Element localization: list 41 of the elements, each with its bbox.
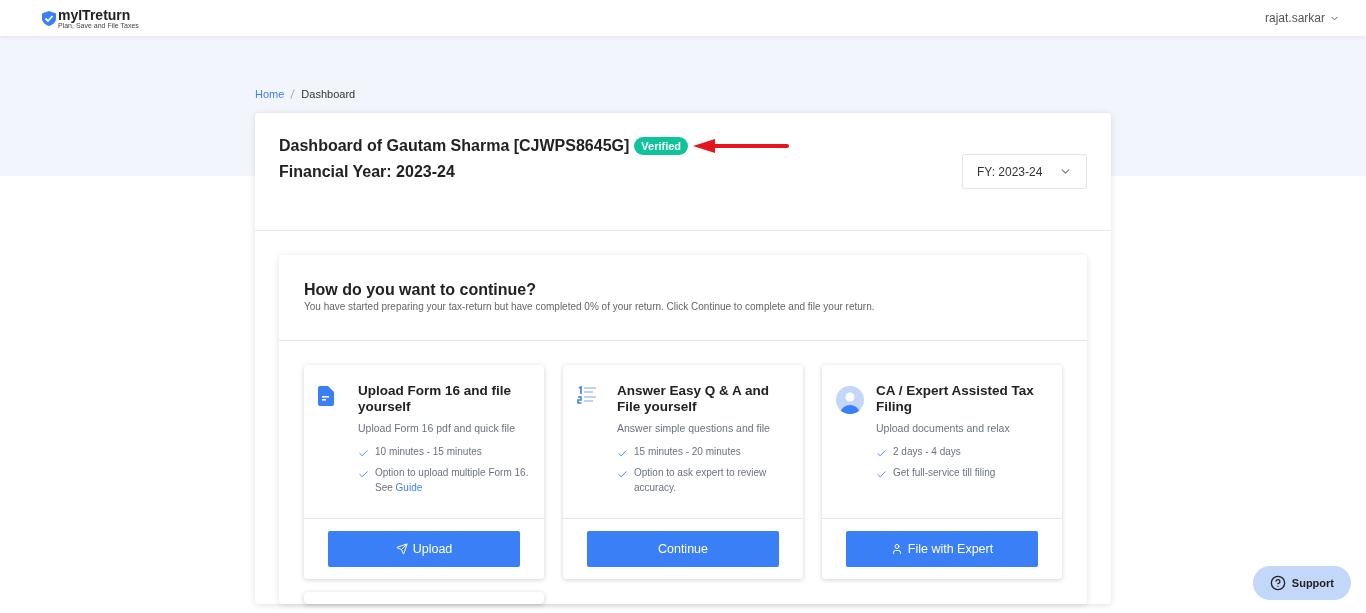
breadcrumb-link[interactable]: Dashboard [301, 87, 356, 100]
avatar-icon [836, 386, 864, 414]
option-title: Answer Easy Q & A and File yourself [617, 383, 771, 415]
check-icon [617, 448, 628, 459]
breadcrumb-link[interactable]: Home [255, 87, 285, 100]
support-button[interactable]: Support [1252, 566, 1351, 600]
check-icon [876, 469, 887, 480]
verified-badge: Verified [634, 137, 689, 155]
option-button[interactable]: File with Expert [846, 531, 1038, 567]
option-title: Upload Form 16 and file yourself [358, 383, 513, 415]
option-button[interactable]: Continue [587, 531, 779, 567]
feature-text: 2 days - 4 days [893, 445, 961, 459]
shield-check-icon [42, 10, 56, 26]
document-icon [318, 386, 334, 406]
option-description: Upload Form 16 pdf and quick file [358, 422, 516, 434]
numbered-list-icon [577, 386, 597, 404]
option-description: Upload documents and relax [876, 422, 1011, 434]
feature-text: 10 minutes - 15 minutes [375, 445, 482, 459]
year-select[interactable]: FY: 2023-24 [962, 154, 1087, 189]
user-menu[interactable]: rajat.sarkar [1264, 11, 1340, 25]
help-icon [1269, 575, 1286, 591]
financial-year: Financial Year: 2023-24 [279, 163, 456, 181]
section-description: You have started preparing your tax-return but have completed 0% of your return. Click Continue to complete and file your return. [304, 301, 876, 312]
check-icon [358, 448, 369, 459]
dashboard-title: Dashboard of Gautam Sharma [CJWPS8645G] [279, 137, 630, 155]
send-icon [395, 543, 408, 555]
feature-text: Get full-service till filing [893, 466, 996, 480]
guide-link[interactable]: Guide [395, 482, 423, 493]
logo-name: myITreturn [58, 7, 132, 22]
section-title: How do you want to continue? [304, 281, 537, 299]
option-title: CA / Expert Assisted Tax Filing [876, 383, 1035, 415]
feature-text: 15 minutes - 20 minutes [634, 445, 741, 459]
option-description: Answer simple questions and file [617, 422, 771, 434]
user-icon [890, 543, 903, 555]
option-button[interactable]: Upload [328, 531, 520, 567]
check-icon [358, 469, 369, 480]
check-icon [617, 469, 628, 480]
check-icon [876, 448, 887, 459]
feature-text: Option to upload multiple Form 16. See Guide [375, 466, 530, 495]
arrow-icon [693, 139, 790, 153]
feature-text: Option to ask expert to review accuracy. [634, 466, 768, 495]
